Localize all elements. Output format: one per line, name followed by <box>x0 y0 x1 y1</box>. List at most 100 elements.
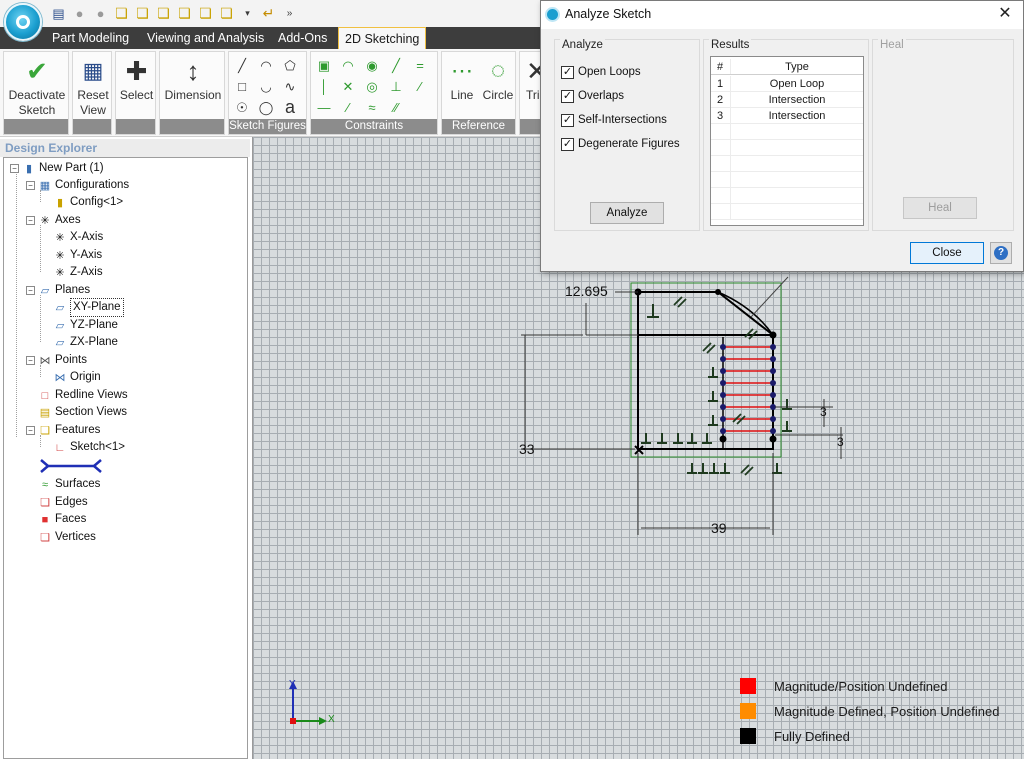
checkbox-open-loops[interactable]: ✓ Open Loops <box>561 64 641 80</box>
spline-tool-icon[interactable]: ∿ <box>281 77 299 96</box>
tree-node-y-axis[interactable]: ✳ Y-Axis <box>54 247 102 264</box>
tree-node-axes[interactable]: − ✳ Axes <box>26 212 81 229</box>
cube-icon[interactable]: ❏ <box>197 5 214 22</box>
tab-viewing-and-analysis[interactable]: Viewing and Analysis <box>141 27 270 49</box>
arc2-tool-icon[interactable]: ◡ <box>257 77 275 96</box>
help-button[interactable]: ? <box>990 242 1012 264</box>
more-icon[interactable]: » <box>281 5 298 22</box>
select-button[interactable]: ✚ Select <box>116 54 157 118</box>
concentric-constraint-icon[interactable]: ◉ <box>363 56 381 75</box>
circle-tool-icon[interactable]: ☉ <box>233 98 251 117</box>
equal-constraint-icon[interactable]: = <box>411 56 429 75</box>
tab-2d-sketching[interactable]: 2D Sketching <box>338 27 427 50</box>
checkbox-overlaps[interactable]: ✓ Overlaps <box>561 88 624 104</box>
symmetric-constraint-icon[interactable]: ≈ <box>363 98 381 117</box>
tree-node-section-views[interactable]: ▤ Section Views <box>39 404 127 421</box>
close-icon[interactable]: ✕ <box>995 4 1015 24</box>
table-row[interactable]: 1 Open Loop <box>711 76 863 92</box>
checkmark-icon[interactable]: ✓ <box>561 137 574 151</box>
dimension-bottom-width[interactable]: 39 <box>711 520 727 536</box>
cube-icon[interactable]: ❏ <box>134 5 151 22</box>
tree-node-edges[interactable]: ❏ Edges <box>39 494 88 511</box>
checkbox-self-intersections[interactable]: ✓ Self-Intersections <box>561 112 667 128</box>
collapse-icon[interactable]: − <box>26 286 35 295</box>
ellipse-tool-icon[interactable]: ◯ <box>257 98 275 117</box>
tree-node-points[interactable]: − ⋈ Points <box>26 352 87 369</box>
heal-button[interactable]: Heal <box>903 197 977 219</box>
reference-circle-button[interactable]: ◌ Circle <box>480 54 516 118</box>
table-row[interactable]: 3 Intersection <box>711 108 863 124</box>
cube-icon[interactable]: ❏ <box>176 5 193 22</box>
tree-node-yz-plane[interactable]: ▱ YZ-Plane <box>54 317 118 334</box>
dimension-top-width[interactable]: 12.695 <box>565 283 608 299</box>
tab-add-ons[interactable]: Add-Ons <box>272 27 333 49</box>
circle-icon[interactable]: ● <box>92 5 109 22</box>
collapse-icon[interactable]: − <box>26 356 35 365</box>
ribbon: ✔ Deactivate Sketch ▦ Reset View ✚ Selec… <box>0 49 560 137</box>
dimension-right-small-1[interactable]: 3 <box>820 405 827 419</box>
collapse-icon[interactable]: − <box>10 164 19 173</box>
dialog-title-bar[interactable]: Analyze Sketch ✕ <box>541 1 1023 29</box>
tree-node-planes[interactable]: − ▱ Planes <box>26 282 90 299</box>
checkbox-degenerate-figures[interactable]: ✓ Degenerate Figures <box>561 136 680 152</box>
deactivate-sketch-button[interactable]: ✔ Deactivate Sketch <box>6 54 68 118</box>
circle-icon[interactable]: ● <box>71 5 88 22</box>
tree-node-vertices[interactable]: ❏ Vertices <box>39 529 96 546</box>
dropdown-icon[interactable]: ▾ <box>239 5 256 22</box>
tree-node-config1[interactable]: ▮ Config<1> <box>54 194 123 211</box>
collapse-icon[interactable]: − <box>26 426 35 435</box>
tree-node-redline-views[interactable]: □ Redline Views <box>39 387 128 404</box>
results-table[interactable]: # Type 1 Open Loop 2 Intersection 3 Inte… <box>710 56 864 226</box>
line-tool-icon[interactable]: ╱ <box>233 56 251 75</box>
cube-icon[interactable]: ❏ <box>113 5 130 22</box>
checkmark-icon[interactable]: ✓ <box>561 113 574 127</box>
tree-node-configurations[interactable]: − ▦ Configurations <box>26 177 129 194</box>
tree-node-surfaces[interactable]: ≈ Surfaces <box>39 476 100 493</box>
angle-constraint-icon[interactable]: ∕ <box>339 98 357 117</box>
collapse-icon[interactable]: − <box>26 181 35 190</box>
lock-constraint-icon[interactable]: ▣ <box>315 56 333 75</box>
tree-node-origin[interactable]: ⋈ Origin <box>54 369 101 386</box>
table-row[interactable]: 2 Intersection <box>711 92 863 108</box>
save-icon[interactable]: ▤ <box>50 5 67 22</box>
tab-part-modeling[interactable]: Part Modeling <box>46 27 135 49</box>
center-constraint-icon[interactable]: ◎ <box>363 77 381 96</box>
tree-node-zx-plane[interactable]: ▱ ZX-Plane <box>54 334 118 351</box>
tree-node-faces[interactable]: ■ Faces <box>39 511 87 528</box>
tree-node-xy-plane[interactable]: ▱ XY-Plane <box>54 298 124 317</box>
axis-icon: ✳ <box>55 249 65 262</box>
checkmark-icon[interactable]: ✓ <box>561 65 574 79</box>
tree-node-sketch1[interactable]: ∟ Sketch<1> <box>54 439 125 456</box>
rectangle-tool-icon[interactable]: □ <box>233 77 251 96</box>
cube-icon[interactable]: ❏ <box>155 5 172 22</box>
tangent-constraint-icon[interactable]: ◠ <box>339 56 357 75</box>
dimension-height[interactable]: 33 <box>519 441 535 457</box>
horizontal-constraint-icon[interactable]: — <box>315 98 333 117</box>
collapse-icon[interactable]: − <box>26 216 35 225</box>
dimension-button[interactable]: ↕ Dimension <box>160 54 226 118</box>
midpoint-constraint-icon[interactable]: ∕ <box>411 77 429 96</box>
collinear-constraint-icon[interactable]: ╱ <box>387 56 405 75</box>
app-menu-icon[interactable] <box>4 3 42 41</box>
tree-node-new-part[interactable]: − ▮ New Part (1) <box>10 160 104 177</box>
analyze-button[interactable]: Analyze <box>590 202 664 224</box>
redline-icon: □ <box>41 389 49 402</box>
polygon-tool-icon[interactable]: ⬠ <box>281 56 299 75</box>
tree-node-features[interactable]: − ❏ Features <box>26 422 100 439</box>
coincident-constraint-icon[interactable]: ✕ <box>339 77 357 96</box>
dimension-right-small-2[interactable]: 3 <box>837 435 844 449</box>
tree-node-x-axis[interactable]: ✳ X-Axis <box>54 229 103 246</box>
arc-tool-icon[interactable]: ◠ <box>257 56 275 75</box>
parallel-constraint-icon[interactable]: ∕∕ <box>387 98 405 117</box>
reference-line-button[interactable]: ⋯ Line <box>444 54 480 118</box>
close-button[interactable]: Close <box>910 242 984 264</box>
vertical-constraint-icon[interactable]: │ <box>315 77 333 96</box>
tree-node-z-axis[interactable]: ✳ Z-Axis <box>54 264 102 281</box>
text-tool-icon[interactable]: a <box>281 98 299 117</box>
cube-icon[interactable]: ❏ <box>218 5 235 22</box>
checkmark-icon[interactable]: ✓ <box>561 89 574 103</box>
undo-icon[interactable]: ↵ <box>260 5 277 22</box>
perpendicular-constraint-icon[interactable]: ⊥ <box>387 77 405 96</box>
help-icon: ? <box>994 246 1008 260</box>
reset-view-button[interactable]: ▦ Reset View <box>73 54 113 118</box>
